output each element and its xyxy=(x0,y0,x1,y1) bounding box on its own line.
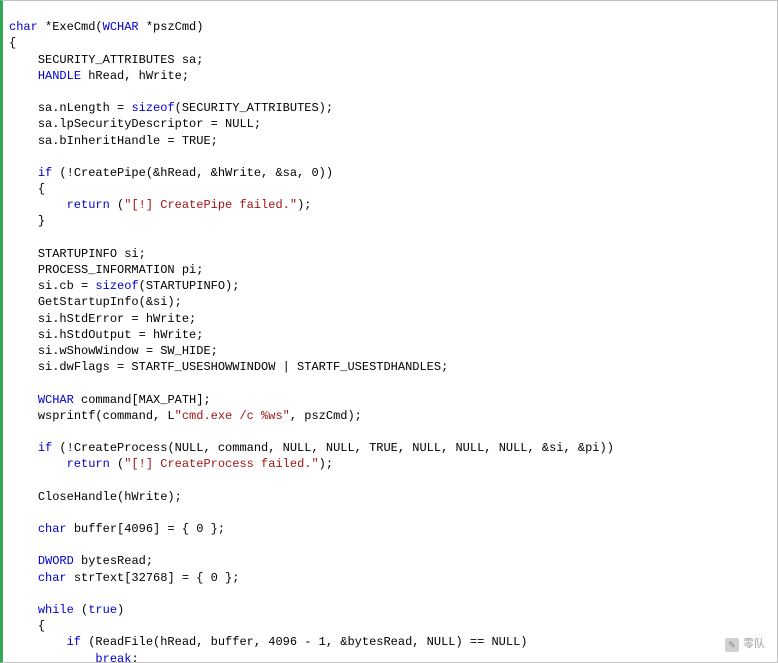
code-line: if (!CreatePipe(&hRead, &hWrite, &sa, 0)… xyxy=(9,166,333,180)
code-line: char buffer[4096] = { 0 }; xyxy=(9,522,225,536)
code-line: if (ReadFile(hRead, buffer, 4096 - 1, &b… xyxy=(9,635,528,649)
code-line: HANDLE hRead, hWrite; xyxy=(9,69,189,83)
code-line: GetStartupInfo(&si); xyxy=(9,295,182,309)
wechat-icon: ✎ xyxy=(725,638,739,652)
code-line: } xyxy=(9,214,45,228)
code-line: char strText[32768] = { 0 }; xyxy=(9,571,239,585)
code-line: if (!CreateProcess(NULL, command, NULL, … xyxy=(9,441,614,455)
code-line: sa.lpSecurityDescriptor = NULL; xyxy=(9,117,261,131)
code-block: char *ExeCmd(WCHAR *pszCmd) { SECURITY_A… xyxy=(0,0,778,663)
code-line: while (true) xyxy=(9,603,124,617)
code-line: { xyxy=(9,182,45,196)
watermark: ✎ 零队 xyxy=(725,637,765,652)
code-line: char *ExeCmd(WCHAR *pszCmd) xyxy=(9,20,203,34)
code-line: return ("[!] CreatePipe failed."); xyxy=(9,198,311,212)
code-line: STARTUPINFO si; xyxy=(9,247,146,261)
code-line: si.dwFlags = STARTF_USESHOWWINDOW | STAR… xyxy=(9,360,448,374)
code-line: si.hStdError = hWrite; xyxy=(9,312,196,326)
code-line: DWORD bytesRead; xyxy=(9,554,153,568)
code-line: SECURITY_ATTRIBUTES sa; xyxy=(9,53,203,67)
code-line: { xyxy=(9,36,16,50)
code-line: WCHAR command[MAX_PATH]; xyxy=(9,393,211,407)
watermark-text: 零队 xyxy=(743,637,765,652)
code-line: CloseHandle(hWrite); xyxy=(9,490,182,504)
code-line: PROCESS_INFORMATION pi; xyxy=(9,263,203,277)
code-line: { xyxy=(9,619,45,633)
code-line: sa.bInheritHandle = TRUE; xyxy=(9,134,218,148)
code-line: si.cb = sizeof(STARTUPINFO); xyxy=(9,279,239,293)
code-line: si.hStdOutput = hWrite; xyxy=(9,328,203,342)
code-line: sa.nLength = sizeof(SECURITY_ATTRIBUTES)… xyxy=(9,101,333,115)
code-line: return ("[!] CreateProcess failed."); xyxy=(9,457,333,471)
code-line: break; xyxy=(9,652,139,663)
code-line: si.wShowWindow = SW_HIDE; xyxy=(9,344,218,358)
code-line: wsprintf(command, L"cmd.exe /c %ws", psz… xyxy=(9,409,362,423)
